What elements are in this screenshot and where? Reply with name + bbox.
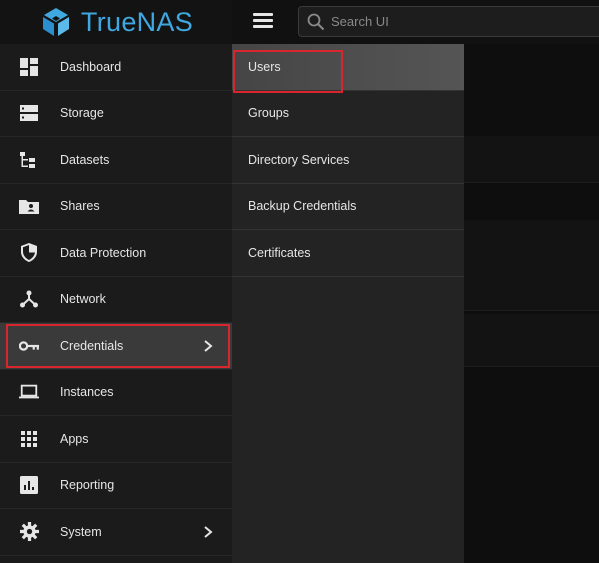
- sidebar-item-label: Network: [60, 292, 106, 307]
- submenu-item-backup-credentials[interactable]: Backup Credentials: [232, 184, 464, 230]
- submenu-item-directory-services[interactable]: Directory Services: [232, 137, 464, 184]
- submenu-item-groups[interactable]: Groups: [232, 91, 464, 137]
- laptop-icon: [19, 382, 39, 402]
- content-band: [464, 136, 599, 183]
- network-icon: [19, 289, 39, 309]
- sidebar-item-reporting[interactable]: Reporting: [0, 463, 232, 509]
- sidebar-item-label: Data Protection: [60, 245, 147, 260]
- sidebar-item-label: Reporting: [60, 478, 115, 493]
- sidebar-nav: Dashboard Storage Datasets Shares Data P…: [0, 44, 232, 563]
- sidebar-item-instances[interactable]: Instances: [0, 370, 232, 416]
- reporting-icon: [19, 475, 39, 495]
- chevron-right-icon: [204, 525, 213, 538]
- sidebar-item-network[interactable]: Network: [0, 277, 232, 323]
- sidebar-item-storage[interactable]: Storage: [0, 91, 232, 137]
- credentials-submenu: Users Groups Directory Services Backup C…: [232, 44, 464, 563]
- shield-icon: [19, 243, 39, 263]
- truenas-logo-icon: [42, 8, 69, 36]
- shares-icon: [19, 196, 39, 216]
- hamburger-menu-icon[interactable]: [253, 13, 273, 31]
- brand-logo-area[interactable]: TrueNAS: [0, 0, 232, 44]
- search-box[interactable]: [298, 6, 599, 37]
- content-band: [464, 314, 599, 367]
- sidebar-item-label: Credentials: [60, 338, 124, 353]
- sidebar-item-datasets[interactable]: Datasets: [0, 137, 232, 184]
- sidebar-item-credentials[interactable]: Credentials: [0, 323, 232, 370]
- sidebar-item-shares[interactable]: Shares: [0, 184, 232, 230]
- sidebar-item-label: Shares: [60, 199, 100, 214]
- storage-icon: [19, 103, 39, 123]
- brand-name: TrueNAS: [80, 6, 194, 37]
- sidebar-item-apps[interactable]: Apps: [0, 416, 232, 463]
- content-band: [464, 220, 599, 311]
- sidebar-item-dashboard[interactable]: Dashboard: [0, 44, 232, 91]
- submenu-item-certificates[interactable]: Certificates: [232, 230, 464, 277]
- gear-icon: [19, 522, 39, 542]
- top-bar: TrueNAS: [0, 0, 599, 44]
- chevron-right-icon: [204, 339, 213, 352]
- apps-grid-icon: [19, 429, 39, 449]
- sidebar-item-label: Storage: [60, 106, 104, 121]
- sidebar-item-label: Instances: [60, 385, 114, 400]
- sidebar-item-label: Datasets: [60, 152, 110, 167]
- submenu-item-users[interactable]: Users: [232, 44, 464, 91]
- search-icon: [307, 13, 325, 30]
- sidebar-item-label: System: [60, 524, 102, 539]
- dashboard-icon: [19, 57, 39, 77]
- datasets-icon: [19, 150, 39, 170]
- sidebar-item-label: Apps: [60, 431, 89, 446]
- key-icon: [19, 336, 39, 356]
- search-input[interactable]: [329, 13, 583, 30]
- main-content-overlay: [464, 44, 599, 563]
- sidebar-item-label: Dashboard: [60, 59, 122, 74]
- sidebar-item-system[interactable]: System: [0, 509, 232, 556]
- sidebar-item-data-protection[interactable]: Data Protection: [0, 230, 232, 277]
